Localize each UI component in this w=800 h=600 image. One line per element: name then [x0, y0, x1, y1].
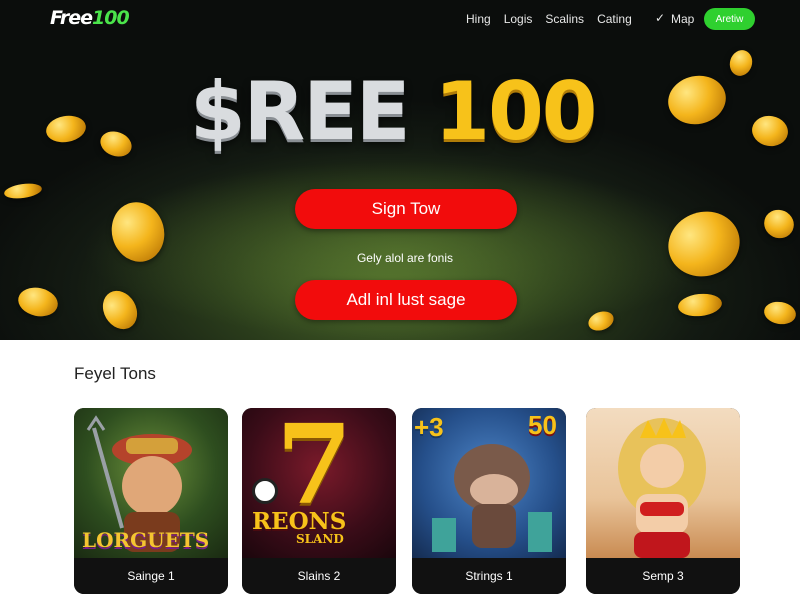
game-art-3: +3 50 [412, 408, 566, 558]
nav-links: Hing Logis Scalins Cating [466, 12, 645, 26]
hero-title: $REE 100 [190, 62, 597, 162]
nav-link-map[interactable]: Map [671, 12, 694, 26]
nav-link-1[interactable]: Hing [466, 12, 491, 26]
secondary-cta-button[interactable]: Adl inl lust sage [295, 280, 517, 320]
hero-title-gold: 100 [434, 65, 597, 158]
game-card-label-4: Semp 3 [586, 558, 740, 594]
hero-subtitle: Gely alol are fonis [356, 251, 454, 265]
coin-icon [676, 291, 724, 319]
section-title: Feyel Tons [74, 364, 156, 383]
game-card-2[interactable]: 7 REONS SLAND Slains 2 [242, 408, 396, 594]
badge-left-3: +3 [414, 412, 444, 442]
game-card-label-2: Slains 2 [242, 558, 396, 594]
nav-link-2[interactable]: Logis [504, 12, 533, 26]
coin-icon [759, 204, 799, 244]
badge-right-3: 50 [528, 410, 557, 440]
game-card-label-3: Strings 1 [412, 558, 566, 594]
game-card-label-1: Sainge 1 [74, 558, 228, 594]
coin-icon [749, 113, 791, 149]
nav-link-3[interactable]: Scalins [545, 12, 584, 26]
coin-icon [726, 47, 756, 79]
game-card-1[interactable]: LORGUETS Sainge 1 [74, 408, 228, 594]
game-art-title-2: REONS [252, 508, 347, 535]
hero-title-silver: $REE [190, 65, 411, 158]
game-art-2: 7 REONS SLAND [242, 408, 396, 558]
game-art-4 [586, 408, 740, 558]
logo-main: Free [50, 7, 93, 29]
nav-cta-button[interactable]: Aretiw [704, 8, 755, 30]
check-icon: ✓ [655, 11, 666, 25]
ball-icon [252, 478, 278, 504]
game-art-1: LORGUETS [74, 408, 228, 558]
coin-icon [663, 70, 731, 130]
sign-up-button[interactable]: Sign Tow [295, 189, 517, 229]
top-nav: Free100 Hing Logis Scalins Cating ✓ Map … [0, 0, 800, 40]
coin-icon [44, 112, 88, 146]
logo-accent: 100 [92, 7, 130, 29]
coin-icon [96, 127, 136, 161]
character-illustration [618, 418, 706, 558]
game-card-4[interactable]: Semp 3 [586, 408, 740, 594]
coin-icon [3, 181, 43, 201]
logo[interactable]: Free100 [50, 7, 130, 29]
hero-banner: $REE 100 Sign Tow Gely alol are fonis Ad… [0, 40, 800, 340]
nav-link-4[interactable]: Cating [597, 12, 632, 26]
coin-icon [762, 299, 798, 327]
game-art-title-1: LORGUETS [82, 528, 210, 552]
game-card-3[interactable]: +3 50 Strings 1 [412, 408, 566, 594]
game-art-subtitle-2: SLAND [296, 532, 344, 546]
coin-icon [15, 284, 61, 320]
